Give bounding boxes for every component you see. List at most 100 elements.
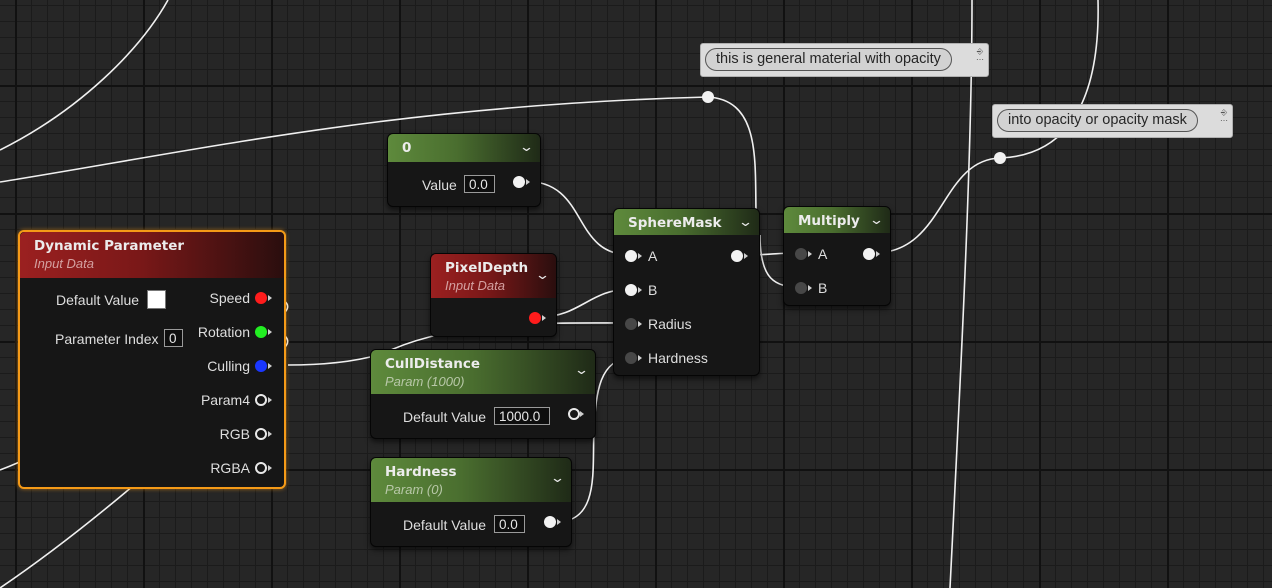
output-param4-label: Param4 — [200, 392, 250, 408]
node-header[interactable]: 0 ⌄ — [388, 134, 540, 162]
node-title: CullDistance — [385, 356, 480, 372]
color-swatch[interactable] — [147, 290, 166, 309]
input-b-pin[interactable] — [795, 282, 807, 294]
value-field[interactable]: 0.0 — [464, 175, 495, 193]
comment-opacity[interactable]: this is general material with opacity ⎆ ⋯ — [700, 43, 989, 77]
reroute-node[interactable] — [994, 152, 1006, 164]
comment-text: this is general material with opacity — [705, 48, 952, 71]
value-label: Value — [422, 177, 457, 193]
input-a-label: A — [648, 248, 658, 264]
pin-arrow — [268, 397, 272, 403]
pin-icon[interactable]: ⎆ ⋯ — [975, 48, 985, 64]
wire-reroute-to-spheremask — [707, 96, 757, 213]
chevron-down-icon[interactable]: ⌄ — [535, 268, 550, 282]
dynamic-parameter-node[interactable]: Dynamic Parameter Input Data Default Val… — [18, 230, 286, 489]
pin-arrow — [268, 329, 272, 335]
chevron-down-icon[interactable]: ⌄ — [869, 213, 884, 227]
input-hardness-pin[interactable] — [625, 352, 637, 364]
output-pin[interactable] — [544, 516, 556, 528]
pin-arrow — [876, 251, 880, 257]
output-rotation-pin[interactable] — [255, 326, 267, 338]
wire-vertical-right — [949, 0, 973, 588]
wire-topleft-arc — [0, 0, 169, 151]
pin-arrow — [744, 253, 748, 259]
node-title: Multiply — [798, 213, 860, 229]
output-speed-pin[interactable] — [255, 292, 267, 304]
output-rgb-pin[interactable] — [255, 428, 267, 440]
pin-arrow — [526, 179, 530, 185]
default-value-label: Default Value — [403, 517, 487, 533]
input-b-label: B — [818, 280, 828, 296]
constant-node[interactable]: 0 ⌄ Value 0.0 — [387, 133, 541, 207]
hardness-node[interactable]: Hardness Param (0) ⌄ Default Value 0.0 — [370, 457, 572, 547]
wire-culling-to-culldistance — [287, 354, 379, 366]
pin-arrow — [638, 287, 642, 293]
node-header[interactable]: PixelDepth Input Data ⌄ — [431, 254, 556, 298]
pin-arrow — [638, 253, 642, 259]
pixel-depth-node[interactable]: PixelDepth Input Data ⌄ — [430, 253, 557, 337]
chevron-down-icon[interactable]: ⌄ — [738, 215, 753, 229]
pin-arrow — [808, 251, 812, 257]
pin-arrow — [808, 285, 812, 291]
node-header[interactable]: Hardness Param (0) ⌄ — [371, 458, 571, 502]
reroute-node[interactable] — [702, 91, 714, 103]
pin-arrow — [580, 411, 584, 417]
input-a-pin[interactable] — [625, 250, 637, 262]
node-subtitle: Param (0) — [385, 482, 443, 497]
pin-icon[interactable]: ⎆ ⋯ — [1219, 109, 1229, 125]
multiply-node[interactable]: Multiply ⌄ A B — [783, 206, 891, 306]
default-value-label: Default Value — [403, 409, 487, 425]
node-title: Hardness — [385, 464, 457, 480]
output-rgba-pin[interactable] — [255, 462, 267, 474]
pin-arrow — [638, 355, 642, 361]
parameter-index-field[interactable]: 0 — [164, 329, 183, 347]
node-title: PixelDepth — [445, 260, 529, 276]
comment-opacity-mask[interactable]: into opacity or opacity mask ⎆ ⋯ — [992, 104, 1233, 138]
output-rgba-label: RGBA — [210, 460, 250, 476]
sphere-mask-node[interactable]: SphereMask ⌄ A B Radius Hardness — [613, 208, 760, 376]
cull-distance-node[interactable]: CullDistance Param (1000) ⌄ Default Valu… — [370, 349, 596, 439]
input-b-label: B — [648, 282, 658, 298]
chevron-down-icon[interactable]: ⌄ — [550, 471, 565, 485]
pin-arrow — [268, 431, 272, 437]
chevron-down-icon[interactable]: ⌄ — [519, 140, 534, 154]
output-rgb-label: RGB — [219, 426, 250, 442]
node-header[interactable]: SphereMask ⌄ — [614, 209, 759, 235]
output-pin[interactable] — [731, 250, 743, 262]
pin-arrow — [268, 465, 272, 471]
input-a-pin[interactable] — [795, 248, 807, 260]
parameter-index-label: Parameter Index — [55, 331, 159, 347]
node-header[interactable]: Dynamic Parameter Input Data — [20, 232, 284, 278]
output-culling-pin[interactable] — [255, 360, 267, 372]
pin-arrow — [542, 315, 546, 321]
input-radius-pin[interactable] — [625, 318, 637, 330]
node-header[interactable]: CullDistance Param (1000) ⌄ — [371, 350, 595, 394]
wire-multiply-to-reroute-right — [873, 157, 1001, 254]
node-subtitle: Param (1000) — [385, 374, 465, 389]
input-a-label: A — [818, 246, 828, 262]
node-header[interactable]: Multiply ⌄ — [784, 207, 890, 233]
output-param4-pin[interactable] — [255, 394, 267, 406]
chevron-down-icon[interactable]: ⌄ — [574, 363, 589, 377]
pin-arrow — [268, 295, 272, 301]
output-rotation-label: Rotation — [197, 324, 250, 340]
default-value-field[interactable]: 1000.0 — [494, 407, 550, 425]
default-value-label: Default Value — [56, 292, 140, 308]
output-pin[interactable] — [529, 312, 541, 324]
output-pin[interactable] — [863, 248, 875, 260]
pin-arrow — [268, 363, 272, 369]
pin-arrow — [638, 321, 642, 327]
output-culling-label: Culling — [207, 358, 250, 374]
pin-arrow — [557, 519, 561, 525]
input-b-pin[interactable] — [625, 284, 637, 296]
comment-text: into opacity or opacity mask — [997, 109, 1198, 132]
default-value-field[interactable]: 0.0 — [494, 515, 525, 533]
output-pin[interactable] — [568, 408, 580, 420]
node-title: 0 — [402, 140, 412, 156]
node-subtitle: Input Data — [445, 278, 505, 293]
output-pin[interactable] — [513, 176, 525, 188]
node-title: SphereMask — [628, 215, 722, 231]
node-subtitle: Input Data — [34, 256, 94, 271]
output-speed-label: Speed — [209, 290, 250, 306]
wire-to-reroute-top — [0, 96, 709, 183]
